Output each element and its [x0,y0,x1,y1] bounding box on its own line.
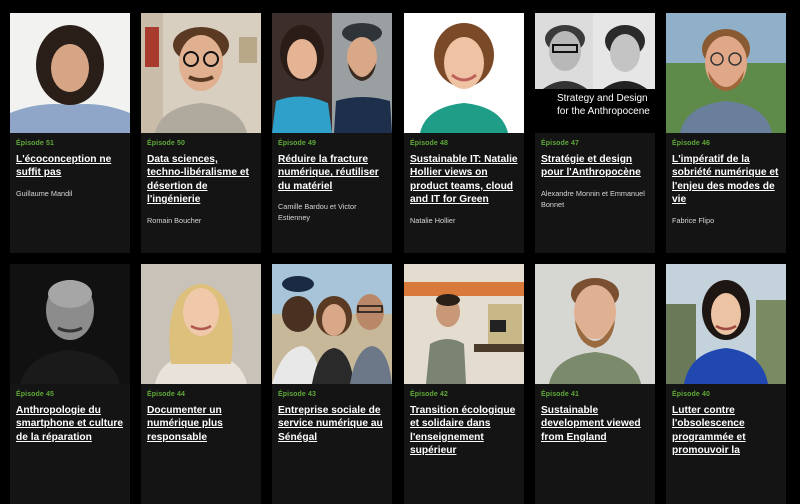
episode-grid: Épisode 51 L'écoconception ne suffit pas… [0,0,800,504]
episode-number: Épisode 47 [541,140,579,147]
episode-number: Épisode 46 [672,140,710,147]
episode-authors: Guillaume Mandil [16,188,73,198]
episode-photo[interactable] [666,264,786,384]
episode-card[interactable]: Épisode 41 Sustainable development viewe… [535,264,655,504]
episode-title-link[interactable]: Réduire la fracture numérique, réutilise… [278,153,386,193]
episode-number: Épisode 43 [278,391,316,398]
episode-photo[interactable] [141,13,261,133]
episode-card[interactable]: Épisode 48 Sustainable IT: Natalie Holli… [404,13,524,253]
episode-authors: Natalie Hollier [410,215,456,225]
episode-photo[interactable] [10,264,130,384]
episode-number: Épisode 41 [541,391,579,398]
episode-photo[interactable] [404,264,524,384]
episode-card[interactable]: Épisode 40 Lutter contre l'obsolescence … [666,264,786,504]
episode-card[interactable]: Épisode 50 Data sciences, techno-libéral… [141,13,261,253]
episode-photo[interactable] [10,13,130,133]
episode-number: Épisode 42 [410,391,448,398]
episode-card[interactable]: Épisode 42 Transition écologique et soli… [404,264,524,504]
episode-card[interactable]: Épisode 46 L'impératif de la sobriété nu… [666,13,786,253]
episode-title-link[interactable]: Sustainable IT: Natalie Hollier views on… [410,153,518,207]
episode-number: Épisode 40 [672,391,710,398]
episode-number: Épisode 45 [16,391,54,398]
episode-photo[interactable] [404,13,524,133]
episode-title-link[interactable]: Entreprise sociale de service numérique … [278,404,386,444]
episode-number: Épisode 50 [147,140,185,147]
episode-photo[interactable] [272,264,392,384]
episode-authors: Alexandre Monnin et Emmanuel Bonnet [541,188,645,209]
episode-title-link[interactable]: L'écoconception ne suffit pas [16,153,124,180]
episode-title-link[interactable]: Transition écologique et solidaire dans … [410,404,518,458]
image-caption: Strategy and Design for the Anthropocene [557,93,655,118]
episode-number: Épisode 51 [16,140,54,147]
episode-authors: Camille Bardou et Victor Estienney [278,202,357,223]
episode-title-link[interactable]: Sustainable development viewed from Engl… [541,404,649,444]
episode-title-link[interactable]: Documenter un numérique plus responsable [147,404,255,444]
episode-card[interactable]: Épisode 43 Entreprise sociale de service… [272,264,392,504]
episode-card[interactable]: Épisode 51 L'écoconception ne suffit pas… [10,13,130,253]
episode-photo[interactable]: Strategy and Design for the Anthropocene [535,13,655,133]
episode-card[interactable]: Épisode 45 Anthropologie du smartphone e… [10,264,130,504]
episode-title-link[interactable]: Stratégie et design pour l'Anthropocène [541,153,649,180]
episode-title-link[interactable]: Data sciences, techno-libéralisme et dés… [147,153,255,207]
episode-title-link[interactable]: Lutter contre l'obsolescence programmée … [672,404,780,458]
episode-card[interactable]: Épisode 49 Réduire la fracture numérique… [272,13,392,253]
episode-photo[interactable] [535,264,655,384]
episode-photo[interactable] [666,13,786,133]
episode-number: Épisode 49 [278,140,316,147]
episode-photo[interactable] [141,264,261,384]
episode-card[interactable]: Strategy and Design for the Anthropocene… [535,13,655,253]
episode-authors: Fabrice Flipo [672,215,715,225]
episode-title-link[interactable]: L'impératif de la sobriété numérique et … [672,153,780,207]
episode-number: Épisode 48 [410,140,448,147]
episode-photo[interactable] [272,13,392,133]
episode-authors: Romain Boucher [147,215,202,225]
episode-card[interactable]: Épisode 44 Documenter un numérique plus … [141,264,261,504]
episode-title-link[interactable]: Anthropologie du smartphone et culture d… [16,404,124,444]
episode-number: Épisode 44 [147,391,185,398]
